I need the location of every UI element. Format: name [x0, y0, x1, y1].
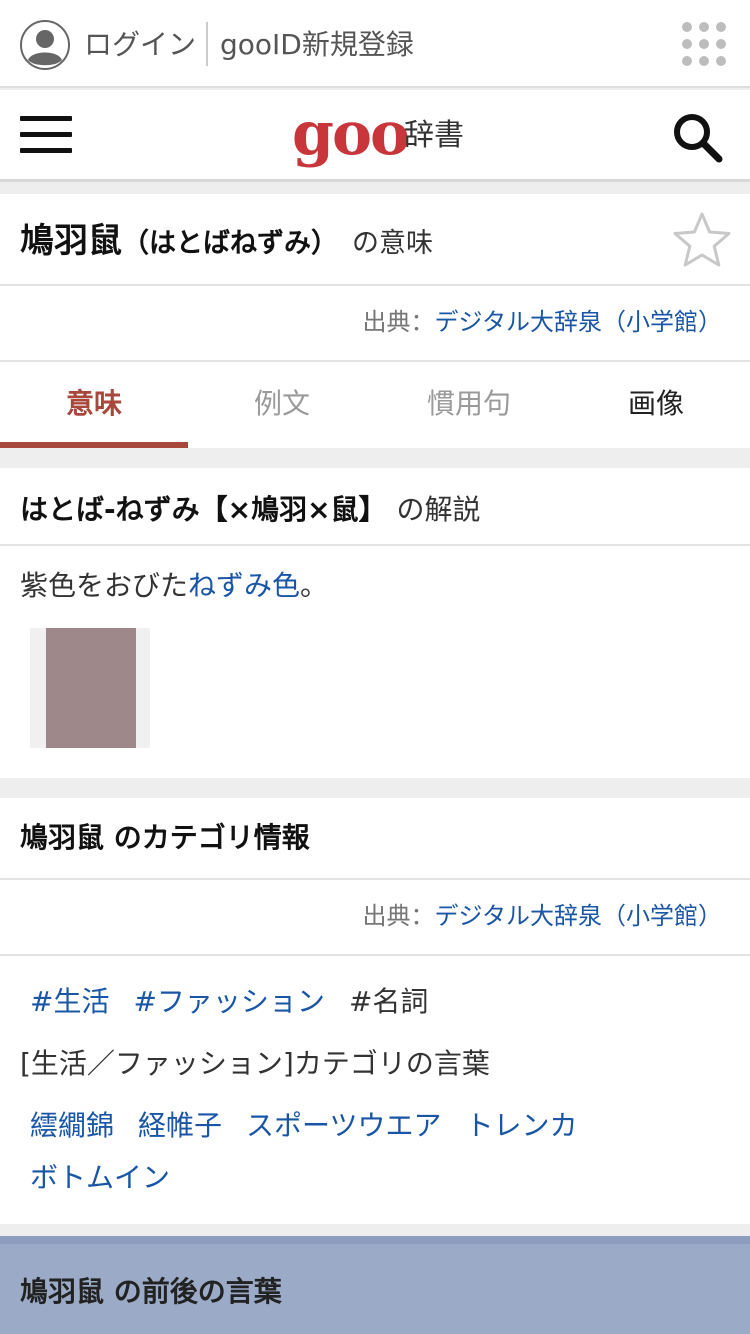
login-link[interactable]: ログイン [84, 24, 196, 66]
color-swatch [46, 628, 136, 748]
meaning-suffix: の意味 [352, 228, 433, 259]
category-word-link[interactable]: 繧繝錦 [30, 1109, 114, 1142]
register-link[interactable]: gooID新規登録 [220, 24, 414, 66]
dictionary-label[interactable]: 辞書 [404, 116, 464, 156]
definition-text: 紫色をおびたねずみ色。 [20, 566, 328, 606]
related-words-title: 鳩羽鼠 の前後の言葉 [20, 1275, 282, 1308]
category-word-link[interactable]: ボトムイン [30, 1161, 170, 1194]
favorite-star-icon[interactable] [672, 210, 732, 270]
divider [0, 544, 750, 546]
tag-noun[interactable]: #名詞 [349, 985, 428, 1018]
category-word-list-2: ボトムイン [30, 1158, 194, 1198]
source-citation: 出典：デジタル大辞泉（小学館） [362, 304, 722, 340]
content-tabs: 意味 例文 慣用句 画像 [0, 362, 750, 448]
page-title: 鳩羽鼠（はとばねずみ） の意味 [20, 216, 433, 269]
category-word-link[interactable]: スポーツウエア [246, 1109, 441, 1142]
divider [0, 954, 750, 956]
search-icon[interactable] [672, 112, 724, 164]
tag-fashion[interactable]: #ファッション [133, 985, 324, 1018]
source-link[interactable]: デジタル大辞泉（小学館） [434, 308, 722, 336]
tag-life[interactable]: #生活 [30, 985, 109, 1018]
category-word-list: 繧繝錦 経帷子 スポーツウエア トレンカ [30, 1106, 602, 1146]
tab-examples[interactable]: 例文 [188, 362, 376, 448]
goo-logo[interactable]: goo [292, 102, 410, 166]
description-suffix: の解説 [396, 493, 481, 526]
headword-reading: （はとばねずみ） [122, 228, 338, 259]
word-header-card: 鳩羽鼠（はとばねずみ） の意味 出典：デジタル大辞泉（小学館） [0, 194, 750, 362]
definition-text-before: 紫色をおびた [20, 569, 189, 602]
category-word-link[interactable]: 経帷子 [138, 1109, 222, 1142]
color-swatch-frame [30, 628, 150, 748]
tab-images[interactable]: 画像 [562, 362, 750, 448]
definition-link[interactable]: ねずみ色 [188, 569, 300, 602]
hamburger-menu-icon[interactable] [20, 116, 72, 156]
source-link[interactable]: デジタル大辞泉（小学館） [434, 902, 722, 930]
site-header: goo 辞書 [0, 90, 750, 182]
account-bar: ログイン gooID新規登録 [0, 0, 750, 88]
account-divider [206, 22, 208, 66]
category-word-link[interactable]: トレンカ [465, 1109, 577, 1142]
category-title: 鳩羽鼠 のカテゴリ情報 [20, 821, 310, 854]
tab-meaning[interactable]: 意味 [0, 362, 188, 448]
headword: 鳩羽鼠 [20, 221, 122, 261]
category-source-citation: 出典：デジタル大辞泉（小学館） [362, 898, 722, 934]
related-words-section: 鳩羽鼠 の前後の言葉 [0, 1236, 750, 1334]
divider [0, 284, 750, 286]
source-prefix: 出典： [362, 308, 435, 336]
user-avatar-icon[interactable] [20, 20, 70, 70]
tab-idioms[interactable]: 慣用句 [375, 362, 563, 448]
category-words-label: [生活／ファッション]カテゴリの言葉 [20, 1047, 490, 1080]
app-grid-icon[interactable] [680, 20, 728, 68]
description-headword: はとば-ねずみ【×鳩羽×鼠】 [20, 493, 387, 526]
description-title: はとば-ねずみ【×鳩羽×鼠】 の解説 [20, 488, 481, 532]
tag-list: #生活 #ファッション #名詞 [30, 982, 452, 1022]
divider [0, 878, 750, 880]
source-prefix: 出典： [362, 902, 435, 930]
definition-text-after: 。 [300, 569, 329, 602]
